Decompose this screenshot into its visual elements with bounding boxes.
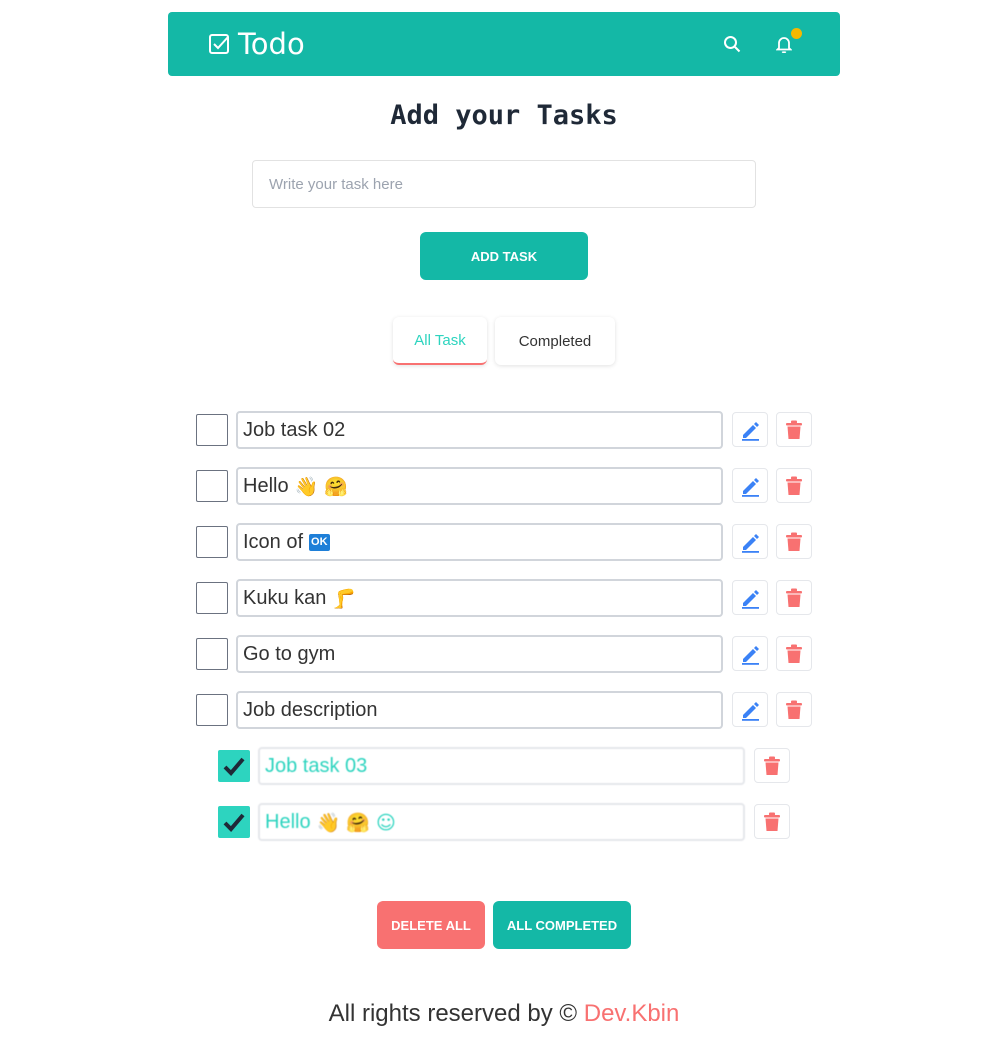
bell-icon xyxy=(776,37,792,53)
task-text: Go to gym xyxy=(243,642,336,665)
delete-button[interactable] xyxy=(754,748,790,783)
task-text-field[interactable]: Kuku kan 🦵 xyxy=(236,579,723,617)
task-text: Hello xyxy=(243,474,289,497)
navbar: Todo xyxy=(168,12,840,76)
delete-button[interactable] xyxy=(776,580,812,615)
task-checkbox[interactable] xyxy=(196,470,228,502)
edit-button[interactable] xyxy=(732,580,768,615)
checkmark-icon xyxy=(223,757,245,776)
task-input[interactable] xyxy=(252,160,756,208)
task-emoji: 👋 🤗 xyxy=(294,475,348,498)
nav-actions xyxy=(720,28,816,56)
task-row: Job description xyxy=(196,691,812,731)
task-text-field[interactable]: Hello 👋 🤗 xyxy=(236,467,723,505)
edit-button[interactable] xyxy=(732,524,768,559)
edit-button[interactable] xyxy=(732,468,768,503)
pencil-icon xyxy=(742,701,759,721)
task-checkbox-checked[interactable] xyxy=(218,806,250,838)
trash-icon xyxy=(786,420,802,439)
task-emoji: 🦵 xyxy=(332,587,357,610)
task-emoji: 👋 🤗 ☺ xyxy=(316,811,396,834)
footer: All rights reserved by © Dev.Kbin xyxy=(0,1000,1008,1028)
page-title: Add your Tasks xyxy=(390,100,618,131)
delete-button[interactable] xyxy=(776,468,812,503)
delete-button[interactable] xyxy=(776,692,812,727)
task-checkbox[interactable] xyxy=(196,414,228,446)
task-text-field[interactable]: Job task 03 xyxy=(258,747,745,785)
trash-icon xyxy=(764,812,780,831)
task-checkbox-checked[interactable] xyxy=(218,750,250,782)
task-text: Job description xyxy=(243,698,378,721)
task-text: Kuku kan xyxy=(243,586,327,609)
checkbox-icon xyxy=(208,33,230,55)
task-text: Hello xyxy=(265,810,311,833)
delete-button[interactable] xyxy=(776,524,812,559)
task-text-field[interactable]: Icon of OK xyxy=(236,523,723,561)
delete-button[interactable] xyxy=(776,636,812,671)
tab-completed[interactable]: Completed xyxy=(495,317,615,365)
brand-title: Todo xyxy=(238,27,305,61)
task-checkbox[interactable] xyxy=(196,582,228,614)
task-checkbox[interactable] xyxy=(196,694,228,726)
task-text: Icon of xyxy=(243,530,304,553)
completed-task-row: Job task 03 xyxy=(218,747,790,787)
footer-author-link[interactable]: Dev.Kbin xyxy=(584,1000,680,1027)
delete-button[interactable] xyxy=(776,412,812,447)
trash-icon xyxy=(786,700,802,719)
pencil-icon xyxy=(742,533,759,553)
trash-icon xyxy=(786,532,802,551)
pencil-icon xyxy=(742,645,759,665)
trash-icon xyxy=(786,588,802,607)
notifications-button[interactable] xyxy=(772,28,802,56)
brand[interactable]: Todo xyxy=(208,27,305,61)
task-text-field[interactable]: Job task 02 xyxy=(236,411,723,449)
task-checkbox[interactable] xyxy=(196,526,228,558)
task-text-field[interactable]: Job description xyxy=(236,691,723,729)
notification-dot xyxy=(791,28,802,39)
trash-icon xyxy=(764,756,780,775)
delete-button[interactable] xyxy=(754,804,790,839)
ok-emoji-icon: OK xyxy=(309,533,330,551)
pencil-icon xyxy=(742,421,759,441)
checkmark-icon xyxy=(223,813,245,832)
task-text: Job task 02 xyxy=(243,418,346,441)
task-row: Job task 02 xyxy=(196,411,812,451)
edit-button[interactable] xyxy=(732,692,768,727)
task-row: Hello 👋 🤗 xyxy=(196,467,812,507)
delete-all-button[interactable]: Delete All xyxy=(377,901,485,949)
add-task-button[interactable]: Add Task xyxy=(420,232,588,280)
footer-text: All rights reserved by © xyxy=(328,1000,578,1027)
completed-task-row: Hello 👋 🤗 ☺ xyxy=(218,803,790,843)
task-text-field[interactable]: Hello 👋 🤗 ☺ xyxy=(258,803,745,841)
pencil-icon xyxy=(742,477,759,497)
task-checkbox[interactable] xyxy=(196,638,228,670)
edit-button[interactable] xyxy=(732,636,768,671)
task-text-field[interactable]: Go to gym xyxy=(236,635,723,673)
task-row: Icon of OK xyxy=(196,523,812,563)
pencil-icon xyxy=(742,589,759,609)
all-completed-button[interactable]: All Completed xyxy=(493,901,631,949)
search-icon xyxy=(724,36,741,53)
search-button[interactable] xyxy=(720,32,744,56)
trash-icon xyxy=(786,644,802,663)
trash-icon xyxy=(786,476,802,495)
task-row: Kuku kan 🦵 xyxy=(196,579,812,619)
tab-all-task[interactable]: All Task xyxy=(393,317,487,365)
task-row: Go to gym xyxy=(196,635,812,675)
edit-button[interactable] xyxy=(732,412,768,447)
task-text: Job task 03 xyxy=(265,754,368,777)
